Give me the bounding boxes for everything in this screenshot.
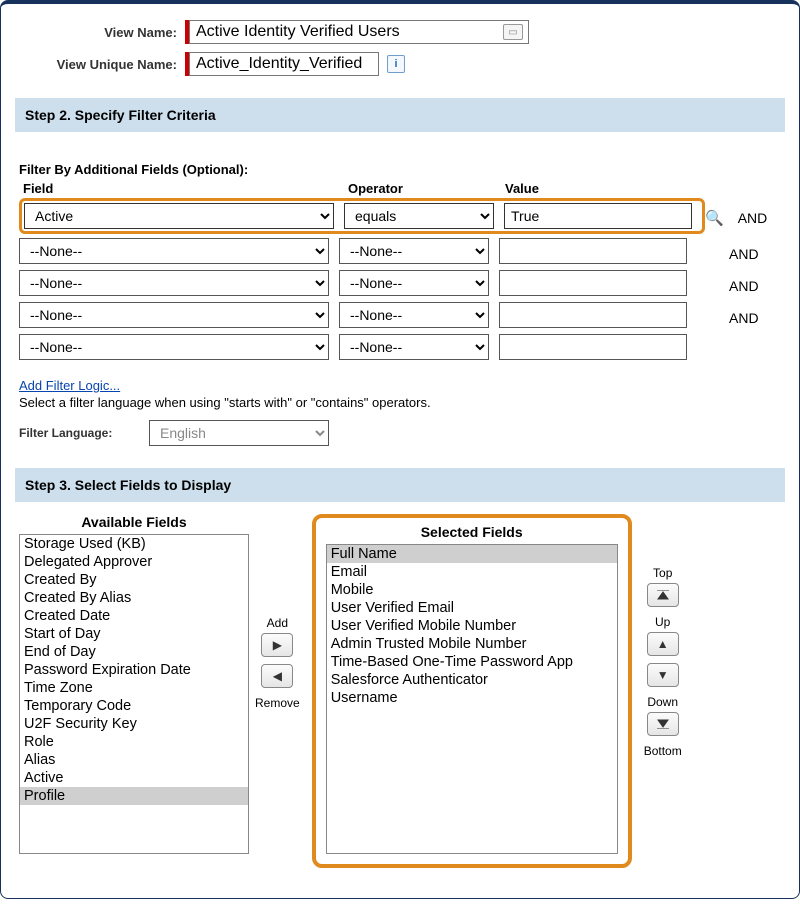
selected-fields-listbox[interactable]: Full NameEmailMobileUser Verified EmailU… <box>326 544 618 854</box>
view-unique-name-row: View Unique Name: i <box>19 52 781 76</box>
duolist: Available Fields Storage Used (KB)Delega… <box>19 514 781 868</box>
list-item[interactable]: Time Zone <box>20 679 248 697</box>
top-label: Top <box>653 566 672 580</box>
list-item[interactable]: Start of Day <box>20 625 248 643</box>
filter-field-select[interactable]: --None-- <box>19 238 329 264</box>
add-remove-column: Add ▶ ◀ Remove <box>255 514 300 712</box>
list-item[interactable]: Role <box>20 733 248 751</box>
filter-value-input[interactable] <box>504 203 692 229</box>
filter-value-input[interactable] <box>499 270 687 296</box>
filter-hint: Select a filter language when using "sta… <box>19 395 781 410</box>
list-item[interactable]: Mobile <box>327 581 617 599</box>
and-label: AND <box>738 210 781 226</box>
filter-operator-select[interactable]: --None-- <box>339 270 489 296</box>
list-item[interactable]: User Verified Email <box>327 599 617 617</box>
list-item[interactable]: Created By Alias <box>20 589 248 607</box>
filter-row: Active equals <box>24 203 700 229</box>
filter-operator-select[interactable]: equals <box>344 203 494 229</box>
filter-field-select[interactable]: --None-- <box>19 334 329 360</box>
list-item[interactable]: Temporary Code <box>20 697 248 715</box>
top-button[interactable] <box>647 583 679 607</box>
filter-value-input[interactable] <box>499 302 687 328</box>
filter-field-select[interactable]: Active <box>24 203 334 229</box>
col-header-operator: Operator <box>348 181 505 196</box>
list-item[interactable]: Created By <box>20 571 248 589</box>
list-item[interactable]: Password Expiration Date <box>20 661 248 679</box>
up-label: Up <box>655 615 670 629</box>
list-item[interactable]: Username <box>327 689 617 707</box>
filter-value-input[interactable] <box>499 334 687 360</box>
step-2-header: Step 2. Specify Filter Criteria <box>15 98 785 132</box>
filter-row: --None-- --None-- <box>19 238 695 264</box>
filter-row: --None-- --None-- <box>19 302 695 328</box>
and-label: AND <box>729 310 777 326</box>
info-icon[interactable]: i <box>387 55 405 73</box>
up-button[interactable]: ▲ <box>647 632 679 656</box>
list-item[interactable]: Full Name <box>327 545 617 563</box>
list-item[interactable]: Delegated Approver <box>20 553 248 571</box>
add-button[interactable]: ▶ <box>261 633 293 657</box>
remove-label: Remove <box>255 696 300 710</box>
view-unique-name-input[interactable] <box>189 52 379 76</box>
and-label: AND <box>729 246 777 262</box>
list-item[interactable]: End of Day <box>20 643 248 661</box>
selected-column: Selected Fields Full NameEmailMobileUser… <box>326 524 618 854</box>
col-header-value: Value <box>505 181 695 196</box>
filter-by-title: Filter By Additional Fields (Optional): <box>19 162 781 177</box>
filter-value-input[interactable] <box>499 238 687 264</box>
step-3-header: Step 3. Select Fields to Display <box>15 468 785 502</box>
reorder-column: Top Up ▲ ▼ Down Bottom <box>644 514 682 760</box>
list-item[interactable]: Created Date <box>20 607 248 625</box>
card-icon: ▭ <box>503 24 523 40</box>
filter-language-row: Filter Language: English <box>19 420 781 446</box>
list-item[interactable]: Profile <box>20 787 248 805</box>
list-item[interactable]: Active <box>20 769 248 787</box>
view-name-label: View Name: <box>19 25 185 40</box>
filter-language-select[interactable]: English <box>149 420 329 446</box>
selected-title: Selected Fields <box>421 524 523 540</box>
list-item[interactable]: User Verified Mobile Number <box>327 617 617 635</box>
view-unique-name-label: View Unique Name: <box>19 57 185 72</box>
filter-rows: Active equals 🔍 AND --None-- --None-- AND --Non… <box>19 198 781 366</box>
list-item[interactable]: Storage Used (KB) <box>20 535 248 553</box>
list-item[interactable]: U2F Security Key <box>20 715 248 733</box>
available-title: Available Fields <box>81 514 186 530</box>
remove-button[interactable]: ◀ <box>261 664 293 688</box>
list-item[interactable]: Email <box>327 563 617 581</box>
list-item[interactable]: Time-Based One-Time Password App <box>327 653 617 671</box>
filter-field-select[interactable]: --None-- <box>19 270 329 296</box>
col-header-field: Field <box>19 181 348 196</box>
filter-header-row: Field Operator Value <box>19 181 781 196</box>
down-label: Down <box>647 695 678 709</box>
lookup-icon[interactable]: 🔍 <box>705 209 724 227</box>
bottom-button[interactable] <box>647 712 679 736</box>
bottom-label: Bottom <box>644 744 682 758</box>
list-item[interactable]: Salesforce Authenticator <box>327 671 617 689</box>
filter-operator-select[interactable]: --None-- <box>339 334 489 360</box>
filter-row: --None-- --None-- <box>19 270 695 296</box>
filter-row-highlight: Active equals <box>19 198 705 234</box>
filter-field-select[interactable]: --None-- <box>19 302 329 328</box>
list-item[interactable]: Alias <box>20 751 248 769</box>
view-name-row: View Name: ▭ <box>19 20 781 44</box>
add-filter-logic-link[interactable]: Add Filter Logic... <box>19 378 120 393</box>
selected-highlight-box: Selected Fields Full NameEmailMobileUser… <box>312 514 632 868</box>
available-fields-listbox[interactable]: Storage Used (KB)Delegated ApproverCreat… <box>19 534 249 854</box>
filter-language-label: Filter Language: <box>19 426 149 440</box>
filter-operator-select[interactable]: --None-- <box>339 238 489 264</box>
available-column: Available Fields Storage Used (KB)Delega… <box>19 514 249 854</box>
list-item[interactable]: Admin Trusted Mobile Number <box>327 635 617 653</box>
down-button[interactable]: ▼ <box>647 663 679 687</box>
view-name-input[interactable] <box>189 20 529 44</box>
filter-row: --None-- --None-- <box>19 334 695 360</box>
filter-operator-select[interactable]: --None-- <box>339 302 489 328</box>
add-label: Add <box>267 616 288 630</box>
and-label: AND <box>729 278 777 294</box>
